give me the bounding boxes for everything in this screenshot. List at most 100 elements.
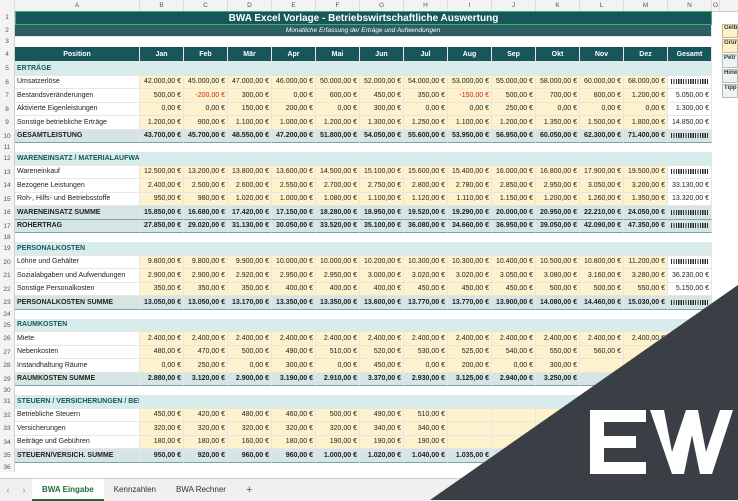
- value-cell[interactable]: [360, 318, 404, 332]
- value-cell[interactable]: 490,00 €: [272, 345, 316, 359]
- total-cell[interactable]: [668, 318, 712, 332]
- value-cell[interactable]: [184, 318, 228, 332]
- value-cell[interactable]: [624, 408, 668, 422]
- value-cell[interactable]: 15.400,00 €: [448, 165, 492, 179]
- value-cell[interactable]: 1.080,00 €: [316, 192, 360, 206]
- value-cell[interactable]: [184, 152, 228, 166]
- value-cell[interactable]: 700,00 €: [536, 89, 580, 103]
- row-number[interactable]: 29: [0, 372, 15, 386]
- column-header-d[interactable]: D: [228, 0, 272, 11]
- value-cell[interactable]: 17.150,00 €: [272, 206, 316, 220]
- value-cell[interactable]: 13.770,00 €: [404, 296, 448, 310]
- prev-sheet-icon[interactable]: ‹: [0, 485, 16, 495]
- value-cell[interactable]: [316, 152, 360, 166]
- row-number[interactable]: 36: [0, 462, 15, 472]
- value-cell[interactable]: 60.000,00 €: [580, 75, 624, 89]
- value-cell[interactable]: [624, 359, 668, 373]
- value-cell[interactable]: 150,00 €: [228, 102, 272, 116]
- value-cell[interactable]: 450,00 €: [360, 359, 404, 373]
- value-cell[interactable]: 2.400,00 €: [140, 332, 184, 346]
- row-number[interactable]: 27: [0, 345, 15, 359]
- value-cell[interactable]: [624, 318, 668, 332]
- total-cell[interactable]: [668, 435, 712, 449]
- row-number[interactable]: 13: [0, 165, 15, 179]
- value-cell[interactable]: 17.900,00 €: [580, 165, 624, 179]
- value-cell[interactable]: 15.600,00 €: [404, 165, 448, 179]
- value-cell[interactable]: 600,00 €: [316, 89, 360, 103]
- column-header-f[interactable]: F: [316, 0, 360, 11]
- value-cell[interactable]: 0,00 €: [140, 102, 184, 116]
- row-number[interactable]: 25: [0, 318, 15, 332]
- value-cell[interactable]: 9.900,00 €: [228, 255, 272, 269]
- value-cell[interactable]: [360, 62, 404, 76]
- row-number[interactable]: 12: [0, 152, 15, 166]
- row-label[interactable]: STEUERN/VERSICH. SUMME: [15, 449, 140, 463]
- header-month[interactable]: Feb: [184, 47, 228, 62]
- value-cell[interactable]: [140, 318, 184, 332]
- row-label[interactable]: Umsatzerlöse: [15, 75, 140, 89]
- value-cell[interactable]: 2.950,00 €: [536, 179, 580, 193]
- value-cell[interactable]: 50.000,00 €: [316, 75, 360, 89]
- value-cell[interactable]: 2.400,00 €: [184, 332, 228, 346]
- value-cell[interactable]: 960,00 €: [228, 449, 272, 463]
- value-cell[interactable]: 0,00 €: [316, 359, 360, 373]
- value-cell[interactable]: [536, 408, 580, 422]
- value-cell[interactable]: 300,00 €: [272, 359, 316, 373]
- total-cell[interactable]: [668, 152, 712, 166]
- value-cell[interactable]: 13.350,00 €: [272, 296, 316, 310]
- value-cell[interactable]: [492, 62, 536, 76]
- value-cell[interactable]: 3.280,00 €: [624, 269, 668, 283]
- value-cell[interactable]: [404, 152, 448, 166]
- value-cell[interactable]: 950,00 €: [140, 449, 184, 463]
- value-cell[interactable]: 15.100,00 €: [360, 165, 404, 179]
- value-cell[interactable]: [492, 242, 536, 256]
- row-label[interactable]: Wareneinkauf: [15, 165, 140, 179]
- value-cell[interactable]: 1.250,00 €: [404, 116, 448, 130]
- value-cell[interactable]: 13.600,00 €: [272, 165, 316, 179]
- value-cell[interactable]: 3.370,00 €: [360, 372, 404, 386]
- row-label[interactable]: GESAMTLEISTUNG: [15, 129, 140, 143]
- value-cell[interactable]: [272, 152, 316, 166]
- value-cell[interactable]: 490,00 €: [360, 408, 404, 422]
- row-number[interactable]: 16: [0, 206, 15, 220]
- value-cell[interactable]: [404, 62, 448, 76]
- value-cell[interactable]: 0,00 €: [404, 102, 448, 116]
- value-cell[interactable]: 48.550,00 €: [228, 129, 272, 143]
- value-cell[interactable]: 3.080,00 €: [536, 269, 580, 283]
- value-cell[interactable]: [360, 152, 404, 166]
- value-cell[interactable]: 1.100,00 €: [448, 116, 492, 130]
- row-label[interactable]: PERSONALKOSTEN SUMME: [15, 296, 140, 310]
- value-cell[interactable]: 19.500,00 €: [624, 165, 668, 179]
- value-cell[interactable]: 68.000,00 €: [624, 75, 668, 89]
- value-cell[interactable]: 58.000,00 €: [536, 75, 580, 89]
- value-cell[interactable]: 1.100,00 €: [228, 116, 272, 130]
- value-cell[interactable]: [580, 359, 624, 373]
- row-label[interactable]: WARENEINSATZ SUMME: [15, 206, 140, 220]
- total-cell[interactable]: [668, 219, 712, 233]
- value-cell[interactable]: 2.950,00 €: [316, 269, 360, 283]
- total-cell[interactable]: [668, 296, 712, 310]
- value-cell[interactable]: 180,00 €: [272, 435, 316, 449]
- value-cell[interactable]: 510,00 €: [404, 408, 448, 422]
- value-cell[interactable]: 180,00 €: [140, 435, 184, 449]
- value-cell[interactable]: 2.780,00 €: [448, 179, 492, 193]
- value-cell[interactable]: 56.950,00 €: [492, 129, 536, 143]
- total-cell[interactable]: [668, 332, 712, 346]
- value-cell[interactable]: 29.020,00 €: [184, 219, 228, 233]
- value-cell[interactable]: 1.040,00 €: [404, 449, 448, 463]
- value-cell[interactable]: 3.050,00 €: [580, 179, 624, 193]
- row-number[interactable]: 8: [0, 102, 15, 116]
- value-cell[interactable]: [492, 408, 536, 422]
- value-cell[interactable]: 1.150,00 €: [492, 192, 536, 206]
- total-cell[interactable]: [668, 75, 712, 89]
- value-cell[interactable]: 1.200,00 €: [140, 116, 184, 130]
- value-cell[interactable]: [316, 395, 360, 409]
- row-number[interactable]: 19: [0, 242, 15, 256]
- value-cell[interactable]: 500,00 €: [580, 282, 624, 296]
- value-cell[interactable]: 190,00 €: [316, 435, 360, 449]
- value-cell[interactable]: [536, 318, 580, 332]
- section-title[interactable]: STEUERN / VERSICHERUNGEN / BEITRÄGE: [15, 395, 140, 409]
- row-label[interactable]: Aktivierte Eigenleistungen: [15, 102, 140, 116]
- value-cell[interactable]: [228, 152, 272, 166]
- value-cell[interactable]: [536, 449, 580, 463]
